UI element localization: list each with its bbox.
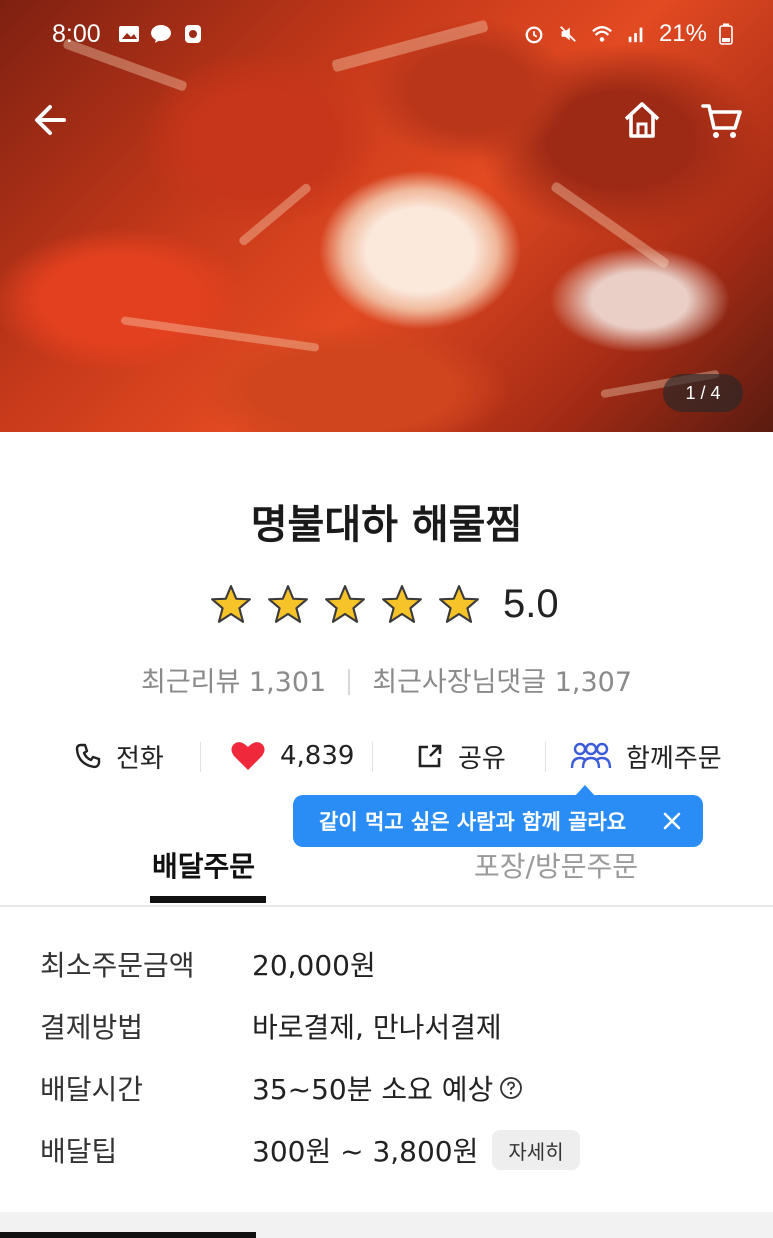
group-order-tooltip[interactable]: 같이 먹고 싶은 사람과 함께 골라요 <box>293 795 703 847</box>
action-row: 전화 4,839 공유 함께주문 <box>0 730 773 782</box>
min-order-row: 최소주문금액 20,000원 <box>40 942 376 986</box>
tooltip-text: 같이 먹고 싶은 사람과 함께 골라요 <box>319 810 627 834</box>
group-order-button[interactable]: 함께주문 <box>570 730 722 782</box>
delivery-time-value: 35~50분 소요 예상 <box>252 1073 494 1106</box>
star-icon <box>211 585 251 623</box>
home-icon[interactable] <box>620 98 664 142</box>
divider <box>545 742 546 772</box>
active-tab-indicator <box>150 896 266 903</box>
min-order-value: 20,000원 <box>252 949 376 982</box>
tab-pickup[interactable]: 포장/방문주문 <box>474 845 638 885</box>
battery-icon <box>719 23 733 45</box>
rating-value: 5.0 <box>503 581 559 626</box>
signal-icon <box>628 27 643 43</box>
kakaotalk-icon <box>151 25 171 43</box>
share-button[interactable]: 공유 <box>416 730 506 782</box>
tip-detail-button[interactable]: 자세히 <box>492 1130 580 1170</box>
star-icon <box>268 585 308 623</box>
owner-replies-link[interactable]: 최근사장님댓글 1,307 <box>372 667 632 698</box>
group-order-label: 함께주문 <box>626 743 722 774</box>
divider <box>372 742 373 772</box>
min-order-label: 최소주문금액 <box>40 949 195 982</box>
cart-icon[interactable] <box>700 98 744 142</box>
payment-method-value: 바로결제, 만나서결제 <box>252 1011 502 1044</box>
payment-method-label: 결제방법 <box>40 1011 144 1044</box>
star-icon <box>439 585 479 623</box>
heart-icon <box>231 742 265 770</box>
alarm-icon <box>525 26 543 44</box>
delivery-tip-value: 300원 ~ 3,800원 <box>252 1135 479 1168</box>
wifi-icon <box>592 26 612 42</box>
image-page-indicator: 1 / 4 <box>663 374 743 412</box>
share-icon <box>418 744 442 768</box>
rating-row: 5.0 <box>210 578 559 630</box>
help-icon[interactable] <box>499 1076 523 1100</box>
status-time: 8:00 <box>52 20 101 48</box>
share-label: 공유 <box>458 743 506 774</box>
delivery-tip-row: 배달팁 300원 ~ 3,800원 자세히 <box>40 1128 580 1172</box>
phone-button[interactable]: 전화 <box>74 730 164 782</box>
phone-label: 전화 <box>116 743 164 774</box>
delivery-tip-label: 배달팁 <box>40 1135 118 1168</box>
app-notification-icon <box>185 25 201 43</box>
phone-icon <box>75 743 101 769</box>
back-arrow-icon[interactable] <box>30 98 74 142</box>
like-count: 4,839 <box>280 741 355 771</box>
image-icon <box>119 26 139 42</box>
payment-method-row: 결제방법 바로결제, 만나서결제 <box>40 1004 502 1048</box>
delivery-time-row: 배달시간 35~50분 소요 예상 <box>40 1066 523 1110</box>
status-bar: 8:00 21% <box>0 0 773 72</box>
food-hero-image[interactable]: 8:00 21% 1 / 4 <box>0 0 773 432</box>
like-button[interactable]: 4,839 <box>230 730 354 782</box>
review-counts: 최근리뷰 1,301 최근사장님댓글 1,307 <box>0 660 773 699</box>
recent-reviews-link[interactable]: 최근리뷰 1,301 <box>141 667 326 698</box>
tab-delivery[interactable]: 배달주문 <box>152 845 255 885</box>
store-name: 명불대하 해물찜 <box>250 502 523 548</box>
star-icon <box>382 585 422 623</box>
battery-percent: 21% <box>658 20 707 47</box>
delivery-time-label: 배달시간 <box>40 1073 144 1106</box>
mute-icon <box>560 26 576 42</box>
divider <box>348 669 351 695</box>
bottom-tab-indicator <box>0 1232 256 1238</box>
close-icon[interactable] <box>659 808 685 834</box>
divider <box>200 742 201 772</box>
star-icon <box>325 585 365 623</box>
group-people-icon <box>570 742 612 769</box>
